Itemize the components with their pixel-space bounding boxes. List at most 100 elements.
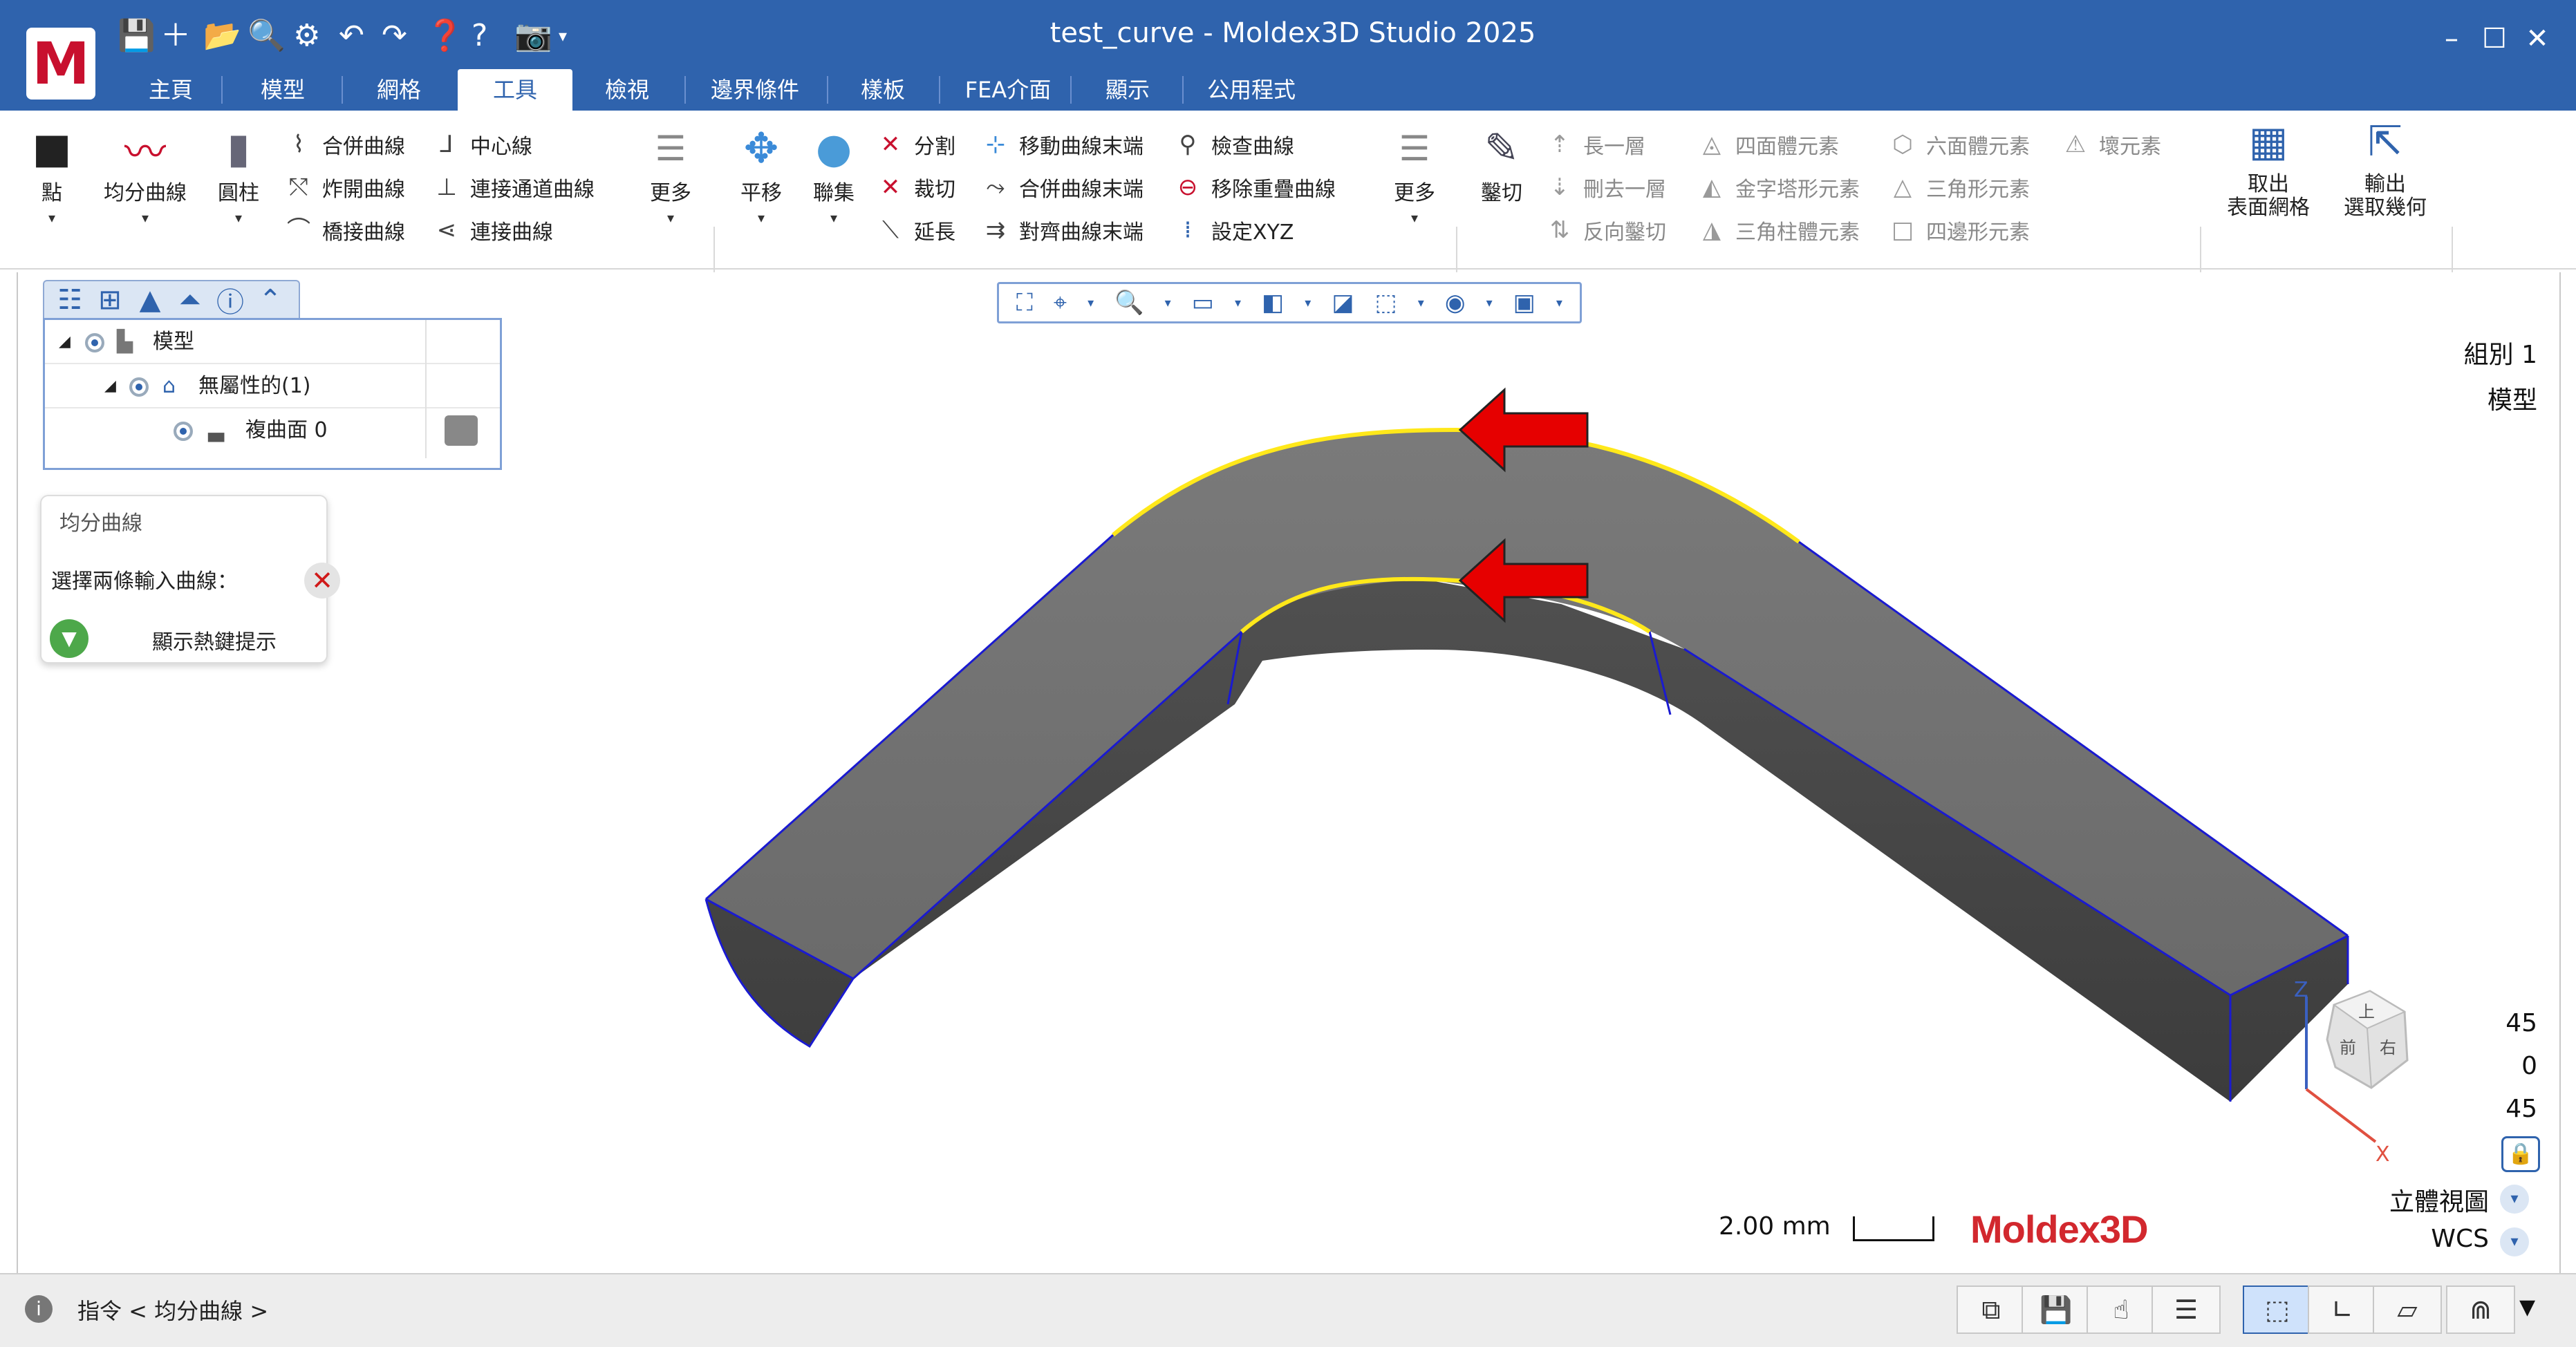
visibility-radio[interactable] xyxy=(85,320,104,364)
visibility-eye-icon[interactable]: ◉ xyxy=(1445,289,1466,317)
magnet-snap-button[interactable]: ⋒ xyxy=(2446,1285,2515,1334)
reverse-carve-button[interactable]: ⇅ 反向鑿切 xyxy=(1544,213,1666,247)
tab-fea-interface[interactable]: FEA介面 xyxy=(953,69,1063,111)
expand-icon[interactable]: ◢ xyxy=(104,364,116,408)
centerline-button[interactable]: ⅃ 中心線 xyxy=(431,127,532,162)
edit-more-button[interactable]: ☰ 更多 ▾ xyxy=(1380,117,1449,228)
dropdown-icon[interactable]: ▾ xyxy=(559,17,567,55)
carve-button[interactable]: ✎ 鑿切 xyxy=(1467,117,1536,207)
extend-button[interactable]: ⟍ 延長 xyxy=(875,213,955,247)
select-all-icon[interactable]: ⬚ xyxy=(1375,289,1397,317)
chevron-down-icon[interactable]: ▾ xyxy=(1556,296,1562,310)
color-swatch[interactable] xyxy=(445,415,478,446)
tab-tools[interactable]: 工具 xyxy=(458,69,572,111)
find-icon[interactable]: 🔍 xyxy=(248,17,286,55)
mold-icon[interactable]: ⏶ xyxy=(170,284,210,316)
take-surface-mesh-button[interactable]: ▦ 取出 表面網格 xyxy=(2210,111,2327,220)
runner-curve-button[interactable]: ⊥ 連接通道曲線 xyxy=(431,170,595,205)
undo-icon[interactable]: ↶ xyxy=(339,17,364,55)
zoom-icon[interactable]: 🔍 xyxy=(1114,289,1144,317)
tab-mesh[interactable]: 網格 xyxy=(361,69,437,111)
close-button[interactable]: ✕ xyxy=(2517,18,2558,59)
bad-element-button[interactable]: ⚠ 壞元素 xyxy=(2060,127,2161,162)
layer-icon[interactable]: ▣ xyxy=(1513,289,1536,317)
tab-utilities[interactable]: 公用程式 xyxy=(1196,69,1307,111)
expand-icon[interactable]: ◢ xyxy=(59,320,71,364)
pyramid-element-button[interactable]: ◭ 金字塔形元素 xyxy=(1697,170,1860,205)
tab-display[interactable]: 顯示 xyxy=(1090,69,1166,111)
tree-icon[interactable]: ⊞ xyxy=(90,284,130,316)
view-mode-dropdown-icon[interactable]: ▾ xyxy=(2500,1185,2529,1214)
triangle-element-button[interactable]: △ 三角形元素 xyxy=(1887,170,2030,205)
tree-row-surface[interactable]: ▃ 複曲面 0 xyxy=(45,408,500,453)
maximize-button[interactable]: ☐ xyxy=(2474,18,2515,59)
settings-icon[interactable]: ⚙ xyxy=(293,17,320,55)
tab-boundary-conditions[interactable]: 邊界條件 xyxy=(700,69,810,111)
status-dropdown-icon[interactable]: ▼ xyxy=(2519,1295,2535,1319)
tetra-element-button[interactable]: ◬ 四面體元素 xyxy=(1697,127,1839,162)
redo-icon[interactable]: ↷ xyxy=(382,17,407,55)
snapshot-button[interactable]: ⧉ xyxy=(1957,1285,2026,1334)
remove-layer-button[interactable]: ⇣ 刪去一層 xyxy=(1544,170,1666,205)
chevron-down-icon[interactable]: ▾ xyxy=(1235,296,1241,310)
list-icon[interactable]: ☷ xyxy=(50,284,90,316)
export-selected-geometry-button[interactable]: ⇱ 輸出 選取幾何 xyxy=(2330,111,2440,220)
create-more-button[interactable]: ☰ 更多 ▾ xyxy=(636,117,705,228)
remove-overlap-button[interactable]: ⊖ 移除重疊曲線 xyxy=(1173,170,1336,205)
collapse-icon[interactable]: ⌃ xyxy=(250,284,290,316)
chevron-down-icon[interactable]: ▾ xyxy=(1165,296,1171,310)
set-xyz-button[interactable]: ⁞ 設定XYZ xyxy=(1173,213,1294,247)
chevron-down-icon[interactable]: ▾ xyxy=(1486,296,1493,310)
help-doc-icon[interactable]: ❓ xyxy=(426,17,464,55)
move-curve-end-button[interactable]: ⊹ 移動曲線末端 xyxy=(980,127,1144,162)
lock-view-icon[interactable]: 🔒 xyxy=(2501,1136,2540,1172)
connect-curve-button[interactable]: ⋖ 連接曲線 xyxy=(431,213,553,247)
help-icon[interactable]: ? xyxy=(472,17,487,55)
hexa-element-button[interactable]: ⬡ 六面體元素 xyxy=(1887,127,2030,162)
parts-icon[interactable]: ▲ xyxy=(130,284,170,316)
tab-view[interactable]: 檢視 xyxy=(589,69,665,111)
tab-model[interactable]: 模型 xyxy=(245,69,321,111)
shading-cube-icon[interactable]: ◧ xyxy=(1262,289,1284,317)
open-folder-icon[interactable]: 📂 xyxy=(203,17,241,55)
fit-view-icon[interactable]: ⛶ xyxy=(1016,289,1033,317)
explode-curve-button[interactable]: ⤲ 炸開曲線 xyxy=(283,170,405,205)
coordinate-system-dropdown-icon[interactable]: ▾ xyxy=(2500,1227,2529,1256)
bridge-curve-button[interactable]: ⌒ 橋接曲線 xyxy=(283,213,405,247)
union-button[interactable]: ● 聯集 ▾ xyxy=(799,117,868,228)
tab-home[interactable]: 主頁 xyxy=(133,69,209,111)
camera-icon[interactable]: 📷 xyxy=(514,17,552,55)
quad-element-button[interactable]: □ 四邊形元素 xyxy=(1887,213,2030,247)
split-button[interactable]: ✕ 分割 xyxy=(875,127,955,162)
save-icon[interactable]: 💾 xyxy=(118,17,156,55)
app-logo[interactable]: M xyxy=(26,28,95,100)
minimize-button[interactable]: – xyxy=(2431,18,2472,59)
clear-selection-icon[interactable]: ✕ xyxy=(304,563,340,599)
chevron-down-icon[interactable]: ▾ xyxy=(1305,296,1311,310)
select-pointer-button[interactable]: ⬚ xyxy=(2243,1285,2312,1334)
chevron-down-circle-icon[interactable]: ▼ xyxy=(50,619,88,658)
grow-layer-button[interactable]: ⇡ 長一層 xyxy=(1544,127,1645,162)
trim-button[interactable]: ✕ 裁切 xyxy=(875,170,955,205)
merge-curve-button[interactable]: ⌇ 合併曲線 xyxy=(283,127,405,162)
point-button[interactable]: ■ 點 ▾ xyxy=(28,117,76,228)
check-curve-button[interactable]: ⚲ 檢查曲線 xyxy=(1173,127,1294,162)
cylinder-button[interactable]: ▮ 圓柱 ▾ xyxy=(207,117,270,228)
show-hotkey-hint[interactable]: 顯示熱鍵提示 xyxy=(152,625,277,655)
window-icon[interactable]: ▭ xyxy=(1192,289,1214,317)
axis-button[interactable]: ∟ xyxy=(2308,1285,2377,1334)
tab-templates[interactable]: 樣板 xyxy=(845,69,921,111)
plane-button[interactable]: ▱ xyxy=(2373,1285,2442,1334)
prism-element-button[interactable]: ◮ 三角柱體元素 xyxy=(1697,213,1860,247)
center-icon[interactable]: ⌖ xyxy=(1054,289,1067,317)
tree-row-model[interactable]: ◢ ▙ 模型 xyxy=(45,320,500,364)
tree-row-no-attribute[interactable]: ◢ ⌂ 無屬性的(1) xyxy=(45,364,500,408)
checklist-button[interactable]: ☰ xyxy=(2152,1285,2221,1334)
view-cube[interactable]: 上 前 右 xyxy=(2326,990,2409,1089)
display-mode-icon[interactable]: ◪ xyxy=(1332,289,1354,317)
visibility-radio[interactable] xyxy=(174,408,193,453)
translate-button[interactable]: ✥ 平移 ▾ xyxy=(723,117,799,228)
split-curve-button[interactable]: 〰 均分曲線 ▾ xyxy=(97,117,194,228)
new-icon[interactable]: ＋ xyxy=(160,17,191,55)
pick-hand-button[interactable]: ☝ xyxy=(2087,1285,2156,1334)
